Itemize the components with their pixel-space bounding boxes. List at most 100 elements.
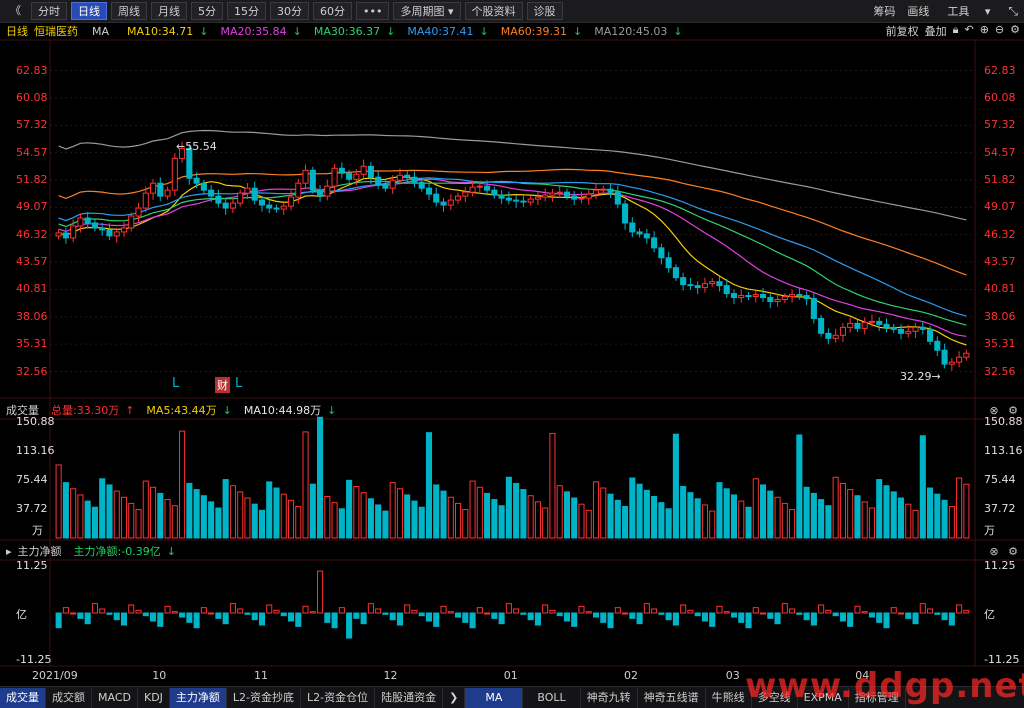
volume-bar (309, 483, 316, 539)
tab-northbound[interactable]: 陆股通资金 (375, 687, 444, 708)
flow-bar (716, 605, 723, 614)
volume-bar (534, 501, 541, 539)
volume-panel-header: 成交量 总量:33.30万 ↑ MA5:43.44万 ↓ MA10:44.98万 ↓ … (0, 402, 1024, 418)
tab-macd[interactable]: MACD (92, 687, 138, 708)
volume-bar (346, 479, 353, 539)
flow-bar (309, 611, 316, 614)
candle-down (665, 257, 672, 269)
tab-kdj[interactable]: KDJ (138, 687, 170, 708)
tab-magic-nine[interactable]: 神奇九转 (581, 687, 638, 708)
volume-bar (302, 431, 309, 539)
flow-title[interactable]: 主力净额 (18, 543, 62, 559)
flow-bar (360, 612, 367, 625)
settings-icon[interactable]: ⚙ (1008, 545, 1018, 558)
candle-down (759, 294, 767, 299)
candle-down (730, 293, 738, 299)
flow-bar (556, 612, 563, 617)
price-tick-left: 54.57 (16, 145, 48, 159)
price-tick-right: 35.31 (984, 337, 1016, 351)
watermark: www.ddgp.net (745, 666, 1024, 706)
flow-bar (948, 612, 955, 626)
candle-up (287, 196, 295, 207)
flow-bar (520, 612, 527, 615)
volume-bar (113, 490, 120, 539)
volume-bar (396, 488, 403, 539)
volume-bar (781, 502, 788, 539)
flow-bar (672, 612, 679, 626)
volume-tick-right: 75.44 (984, 473, 1016, 486)
tab-magic-five[interactable]: 神奇五线谱 (638, 687, 706, 708)
volume-bar (738, 500, 745, 539)
volume-bar (208, 501, 215, 539)
flow-bar (338, 607, 345, 614)
candle-up (527, 198, 534, 203)
candle-down (927, 328, 934, 342)
candle-down (375, 176, 382, 185)
flow-bar (513, 608, 520, 614)
flow-bar (752, 607, 759, 614)
flow-bar (810, 612, 817, 626)
marker-l-1[interactable]: L (172, 376, 179, 391)
marker-l-2[interactable]: L (235, 376, 242, 391)
flow-bar (592, 612, 600, 618)
flow-bar (803, 612, 810, 621)
tab-turnover[interactable]: 成交额 (46, 687, 92, 708)
volume-bar (614, 499, 621, 539)
candle-down (622, 203, 629, 224)
candle-up (70, 225, 77, 239)
flow-bar (157, 612, 164, 627)
candle-up (237, 192, 244, 204)
candle-down (91, 222, 98, 229)
close-icon[interactable]: ⊗ (989, 545, 998, 558)
flow-bar (244, 612, 251, 615)
tab-l2-position[interactable]: L2-资金仓位 (301, 687, 376, 708)
candle-up (164, 189, 171, 197)
candle-up (556, 191, 563, 194)
candle-down (338, 167, 345, 174)
volume-bar (527, 495, 534, 539)
price-tick-right: 46.32 (984, 227, 1016, 241)
tab-main-net[interactable]: 主力净额 (169, 687, 227, 708)
tabs-scroll-icon[interactable]: ❯ (443, 687, 466, 708)
volume-bar (825, 505, 832, 539)
flow-bar (723, 611, 730, 614)
volume-tick-left: 75.44 (16, 473, 48, 486)
candle-up (752, 294, 759, 298)
candle-down (919, 326, 926, 330)
candle-down (491, 189, 498, 196)
price-tick-left: 32.56 (16, 364, 48, 378)
flow-bar (91, 603, 98, 614)
marker-cai[interactable]: 财 (215, 377, 230, 393)
flow-bar (447, 611, 454, 614)
flow-bar (701, 612, 708, 622)
candle-down (890, 326, 897, 330)
volume-bar (716, 482, 723, 539)
volume-bar (680, 485, 687, 539)
tab-ma[interactable]: MA (465, 687, 524, 708)
candle-down (99, 227, 106, 231)
candle-up (847, 322, 854, 328)
flow-bar (622, 612, 629, 615)
flow-bar (200, 607, 207, 614)
low-annotation: 32.29→ (900, 370, 941, 383)
candle-down (62, 232, 69, 239)
tab-l2-bottom[interactable]: L2-资金抄底 (227, 687, 302, 708)
candle-up (55, 232, 62, 237)
candle-down (215, 195, 222, 204)
volume-bar (77, 494, 84, 539)
candle-down (404, 174, 411, 178)
candle-up (905, 330, 912, 334)
tab-volume[interactable]: 成交量 (0, 687, 46, 708)
volume-bar (469, 480, 476, 539)
price-tick-left: 51.82 (16, 173, 48, 187)
candle-down (607, 188, 614, 193)
volume-bar (280, 493, 287, 539)
price-tick-left: 46.32 (16, 227, 48, 241)
volume-bar (839, 482, 846, 539)
flow-bar (273, 609, 280, 614)
kline-chart[interactable] (0, 0, 1024, 707)
candle-up (549, 192, 556, 196)
flow-bar (454, 612, 462, 618)
collapse-icon[interactable]: ▸ (6, 545, 12, 558)
tab-boll[interactable]: BOLL (523, 687, 581, 708)
